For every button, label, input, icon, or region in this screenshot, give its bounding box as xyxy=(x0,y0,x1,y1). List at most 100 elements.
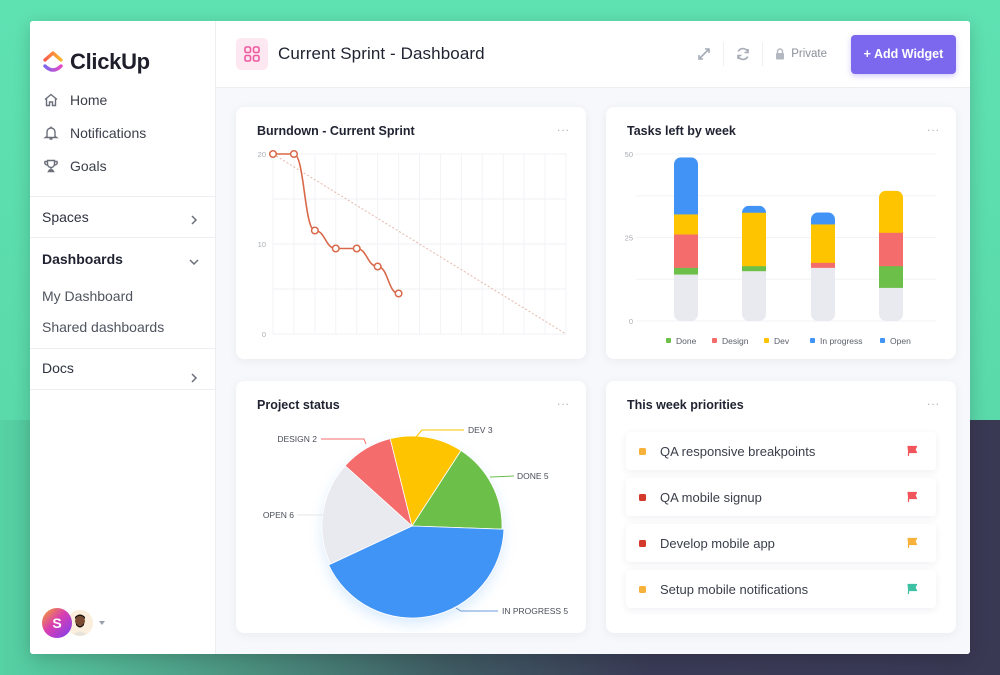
sidebar-spaces[interactable]: Spaces xyxy=(30,197,215,237)
widget-title: Tasks left by week xyxy=(627,124,736,138)
y-tick-label: 50 xyxy=(625,150,633,159)
burndown-chart: 0 10 20 xyxy=(258,149,567,339)
widget-project-status: DESIGN 2 DEV 3 DONE 5 IN PROGRESS 5 OPEN 6 P… xyxy=(236,381,586,633)
bar-segment-design xyxy=(674,234,698,268)
legend-swatch xyxy=(880,338,885,343)
bar-segment-done xyxy=(674,267,698,275)
home-icon xyxy=(42,91,60,109)
page-title: Current Sprint - Dashboard xyxy=(278,44,485,63)
legend-label: Done xyxy=(676,336,697,346)
brand-name: ClickUp xyxy=(70,48,150,74)
data-point xyxy=(331,244,340,253)
data-point xyxy=(394,289,403,298)
y-tick-label: 0 xyxy=(262,330,266,339)
lock-icon xyxy=(776,48,785,60)
refresh-button[interactable] xyxy=(726,37,760,71)
nav-goals[interactable]: Goals xyxy=(30,149,215,182)
flag-icon[interactable] xyxy=(906,537,918,549)
stacked-bar xyxy=(811,212,835,321)
status-dot-icon xyxy=(639,585,646,593)
widget-title: This week priorities xyxy=(627,398,744,412)
brand-logo[interactable]: ClickUp xyxy=(30,21,215,83)
nav-home-label: Home xyxy=(70,91,108,108)
sidebar-docs[interactable]: Docs xyxy=(30,349,215,389)
sidebar-dashboards[interactable]: Dashboards xyxy=(30,238,215,280)
widget-menu-button[interactable]: ... xyxy=(927,395,940,407)
y-tick-label: 0 xyxy=(629,317,633,326)
widget-menu-button[interactable]: ... xyxy=(557,395,570,407)
nav-home[interactable]: Home xyxy=(30,83,215,116)
page-header: Current Sprint - Dashboard Private + Add… xyxy=(216,21,970,88)
priority-item[interactable]: Setup mobile notifications xyxy=(626,570,936,608)
slice-label: DONE 5 xyxy=(517,471,549,481)
caret-down-icon[interactable] xyxy=(99,621,105,625)
refresh-icon xyxy=(737,47,750,61)
priority-label: QA responsive breakpoints xyxy=(660,443,816,459)
stacked-bar xyxy=(674,157,698,322)
sidebar: ClickUp Home Notifications Goals Spaces xyxy=(30,21,216,654)
widget-title: Burndown - Current Sprint xyxy=(257,124,415,138)
leader-line xyxy=(321,438,367,445)
header-separator xyxy=(762,42,764,66)
bar-segment-dev xyxy=(674,214,698,235)
project-status-chart: DESIGN 2 DEV 3 DONE 5 IN PROGRESS 5 OPEN 6 xyxy=(263,425,568,619)
legend-label: Design xyxy=(722,336,749,346)
stacked-bar xyxy=(742,205,766,321)
leader-line xyxy=(455,607,498,612)
bar-segment-dev xyxy=(811,224,835,263)
widget-menu-button[interactable]: ... xyxy=(557,121,570,133)
bar-segment-dev xyxy=(742,212,766,267)
clickup-logo-icon xyxy=(43,50,63,72)
status-dot-icon xyxy=(639,447,646,455)
legend-swatch xyxy=(764,338,769,343)
docs-label: Docs xyxy=(42,360,74,376)
widget-burndown: 0 10 20 Burndown - Current Sprint ... xyxy=(236,107,586,359)
stacked-bar xyxy=(879,190,903,321)
priority-label: QA mobile signup xyxy=(660,489,762,505)
widget-menu-button[interactable]: ... xyxy=(927,121,940,133)
sidebar-item-shared-dashboards[interactable]: Shared dashboards xyxy=(30,311,215,342)
expand-button[interactable] xyxy=(687,37,721,71)
nav-goals-label: Goals xyxy=(70,157,107,174)
slice-label: OPEN 6 xyxy=(263,510,294,520)
flag-icon[interactable] xyxy=(906,491,918,503)
slice-label: DESIGN 2 xyxy=(277,434,317,444)
status-dot-icon xyxy=(639,539,646,547)
add-widget-button[interactable]: + Add Widget xyxy=(851,34,956,74)
widget-priorities: This week priorities ... QA responsive b… xyxy=(606,381,956,633)
spaces-label: Spaces xyxy=(42,209,89,225)
app-window: ClickUp Home Notifications Goals Spaces xyxy=(30,21,970,654)
legend-swatch xyxy=(666,338,671,343)
legend-label: Open xyxy=(890,336,911,346)
main-content: Current Sprint - Dashboard Private + Add… xyxy=(216,21,970,654)
privacy-toggle[interactable]: Private xyxy=(775,48,827,60)
bar-segment-open xyxy=(674,274,698,322)
priority-item[interactable]: QA mobile signup xyxy=(626,478,936,516)
trophy-icon xyxy=(42,157,60,175)
legend-label: In progress xyxy=(820,336,863,346)
slice-label: IN PROGRESS 5 xyxy=(502,606,568,616)
legend-swatch xyxy=(810,338,815,343)
data-point xyxy=(289,149,298,159)
nav-notifications-label: Notifications xyxy=(70,124,147,141)
priority-item[interactable]: Develop mobile app xyxy=(626,524,936,562)
y-tick-label: 20 xyxy=(258,150,266,159)
user-menu[interactable]: S xyxy=(42,608,105,638)
priority-label: Develop mobile app xyxy=(660,535,775,551)
y-tick-label: 10 xyxy=(258,240,266,249)
bell-icon xyxy=(42,124,60,142)
bar-segment-done xyxy=(879,265,903,288)
dashboards-label: Dashboards xyxy=(42,251,123,267)
y-tick-label: 25 xyxy=(625,234,633,243)
flag-icon[interactable] xyxy=(906,445,918,457)
pie xyxy=(321,435,505,619)
priority-item[interactable]: QA responsive breakpoints xyxy=(626,432,936,470)
sidebar-item-my-dashboard[interactable]: My Dashboard xyxy=(30,280,215,311)
leader-line xyxy=(415,429,464,438)
flag-icon[interactable] xyxy=(906,583,918,595)
nav-notifications[interactable]: Notifications xyxy=(30,116,215,149)
data-point xyxy=(310,226,319,235)
avatar-user[interactable]: S xyxy=(42,608,72,638)
bar-segment-design xyxy=(879,232,903,267)
bar-segment-in-progress xyxy=(674,157,698,215)
